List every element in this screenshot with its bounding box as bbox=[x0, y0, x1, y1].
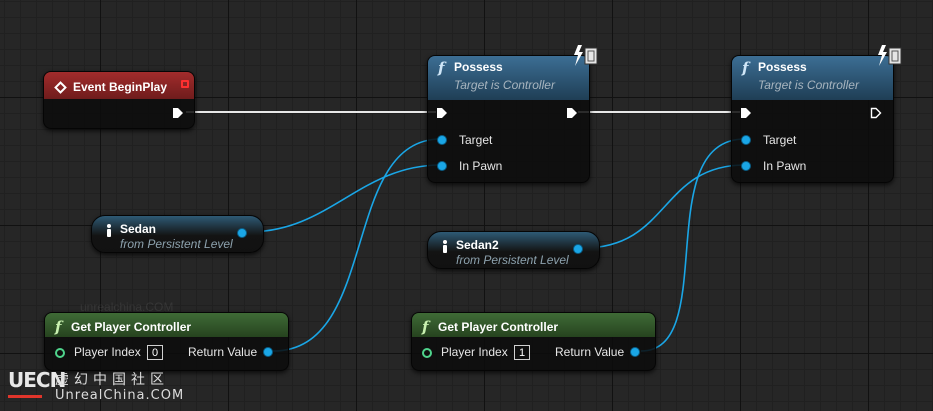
possess-title-2: Possess bbox=[758, 60, 807, 74]
exec-in-pin-icon[interactable] bbox=[740, 107, 752, 119]
wire-gpc2-to-target2 bbox=[640, 138, 746, 352]
logo-red-bar bbox=[8, 395, 42, 398]
player-index-label: Player Index bbox=[74, 345, 141, 359]
possess-node-2[interactable]: f Possess Target is Controller Target In … bbox=[731, 55, 894, 183]
return-value-pin[interactable] bbox=[630, 347, 640, 357]
variable-name: Sedan2 bbox=[456, 238, 499, 252]
return-value-label: Return Value bbox=[188, 345, 258, 359]
exec-out-pin-empty-icon[interactable] bbox=[870, 107, 882, 119]
return-value-pin[interactable] bbox=[263, 347, 273, 357]
event-beginplay-node[interactable]: Event BeginPlay bbox=[43, 71, 195, 129]
watermark-chinese: 虚幻中国社区 bbox=[55, 372, 169, 388]
possess-header-1: f Possess Target is Controller bbox=[428, 56, 589, 100]
get-player-controller-node-2[interactable]: f Get Player Controller Player Index 1 R… bbox=[411, 312, 656, 371]
player-index-input[interactable]: 0 bbox=[147, 345, 163, 360]
player-index-input[interactable]: 1 bbox=[514, 345, 530, 360]
wire-sedan-to-inpawn1 bbox=[247, 164, 442, 233]
possess-subtitle-2: Target is Controller bbox=[758, 78, 859, 92]
gpc-title-2: Get Player Controller bbox=[438, 319, 559, 334]
exec-out-pin-icon[interactable] bbox=[566, 107, 578, 119]
delegate-pin-icon[interactable] bbox=[181, 80, 189, 88]
possess-subtitle-1: Target is Controller bbox=[454, 78, 555, 92]
return-value-label: Return Value bbox=[555, 345, 625, 359]
event-header: Event BeginPlay bbox=[44, 72, 194, 99]
in-pawn-pin-label: In Pawn bbox=[763, 159, 807, 173]
target-pin-label: Target bbox=[459, 133, 493, 147]
exec-out-pin-icon[interactable] bbox=[172, 107, 184, 119]
variable-source: from Persistent Level bbox=[120, 237, 233, 251]
gpc-header-2: f Get Player Controller bbox=[412, 313, 655, 337]
object-out-pin[interactable] bbox=[237, 228, 247, 238]
watermark-english: UnrealChina.COM bbox=[55, 388, 185, 403]
gpc-header-1: f Get Player Controller bbox=[45, 313, 288, 337]
target-pin[interactable] bbox=[437, 135, 447, 145]
person-icon bbox=[107, 224, 111, 237]
in-pawn-pin[interactable] bbox=[741, 161, 751, 171]
possess-header-2: f Possess Target is Controller bbox=[732, 56, 893, 100]
function-icon: f bbox=[422, 317, 429, 336]
gpc-title-1: Get Player Controller bbox=[71, 319, 192, 334]
function-icon: f bbox=[55, 317, 62, 336]
exec-in-pin-icon[interactable] bbox=[436, 107, 448, 119]
sedan2-variable-node[interactable]: Sedan2 from Persistent Level bbox=[427, 231, 600, 269]
target-pin-label: Target bbox=[763, 133, 797, 147]
event-diamond-icon bbox=[54, 80, 67, 94]
in-pawn-pin[interactable] bbox=[437, 161, 447, 171]
lightning-icon bbox=[878, 45, 902, 66]
variable-name: Sedan bbox=[120, 222, 157, 236]
target-pin[interactable] bbox=[741, 135, 751, 145]
event-title: Event BeginPlay bbox=[73, 80, 168, 94]
player-index-label: Player Index bbox=[441, 345, 508, 359]
get-player-controller-node-1[interactable]: f Get Player Controller Player Index 0 R… bbox=[44, 312, 289, 371]
function-icon: f bbox=[742, 59, 749, 77]
integer-in-pin[interactable] bbox=[55, 348, 65, 358]
possess-node-1[interactable]: f Possess Target is Controller Target In … bbox=[427, 55, 590, 183]
object-out-pin[interactable] bbox=[573, 244, 583, 254]
possess-title-1: Possess bbox=[454, 60, 503, 74]
integer-in-pin[interactable] bbox=[422, 348, 432, 358]
sedan-variable-node[interactable]: Sedan from Persistent Level bbox=[91, 215, 264, 253]
variable-source: from Persistent Level bbox=[456, 253, 569, 267]
person-icon bbox=[443, 240, 447, 253]
function-icon: f bbox=[438, 59, 445, 77]
lightning-icon bbox=[574, 45, 598, 66]
wire-sedan2-to-inpawn2 bbox=[582, 164, 746, 249]
in-pawn-pin-label: In Pawn bbox=[459, 159, 503, 173]
